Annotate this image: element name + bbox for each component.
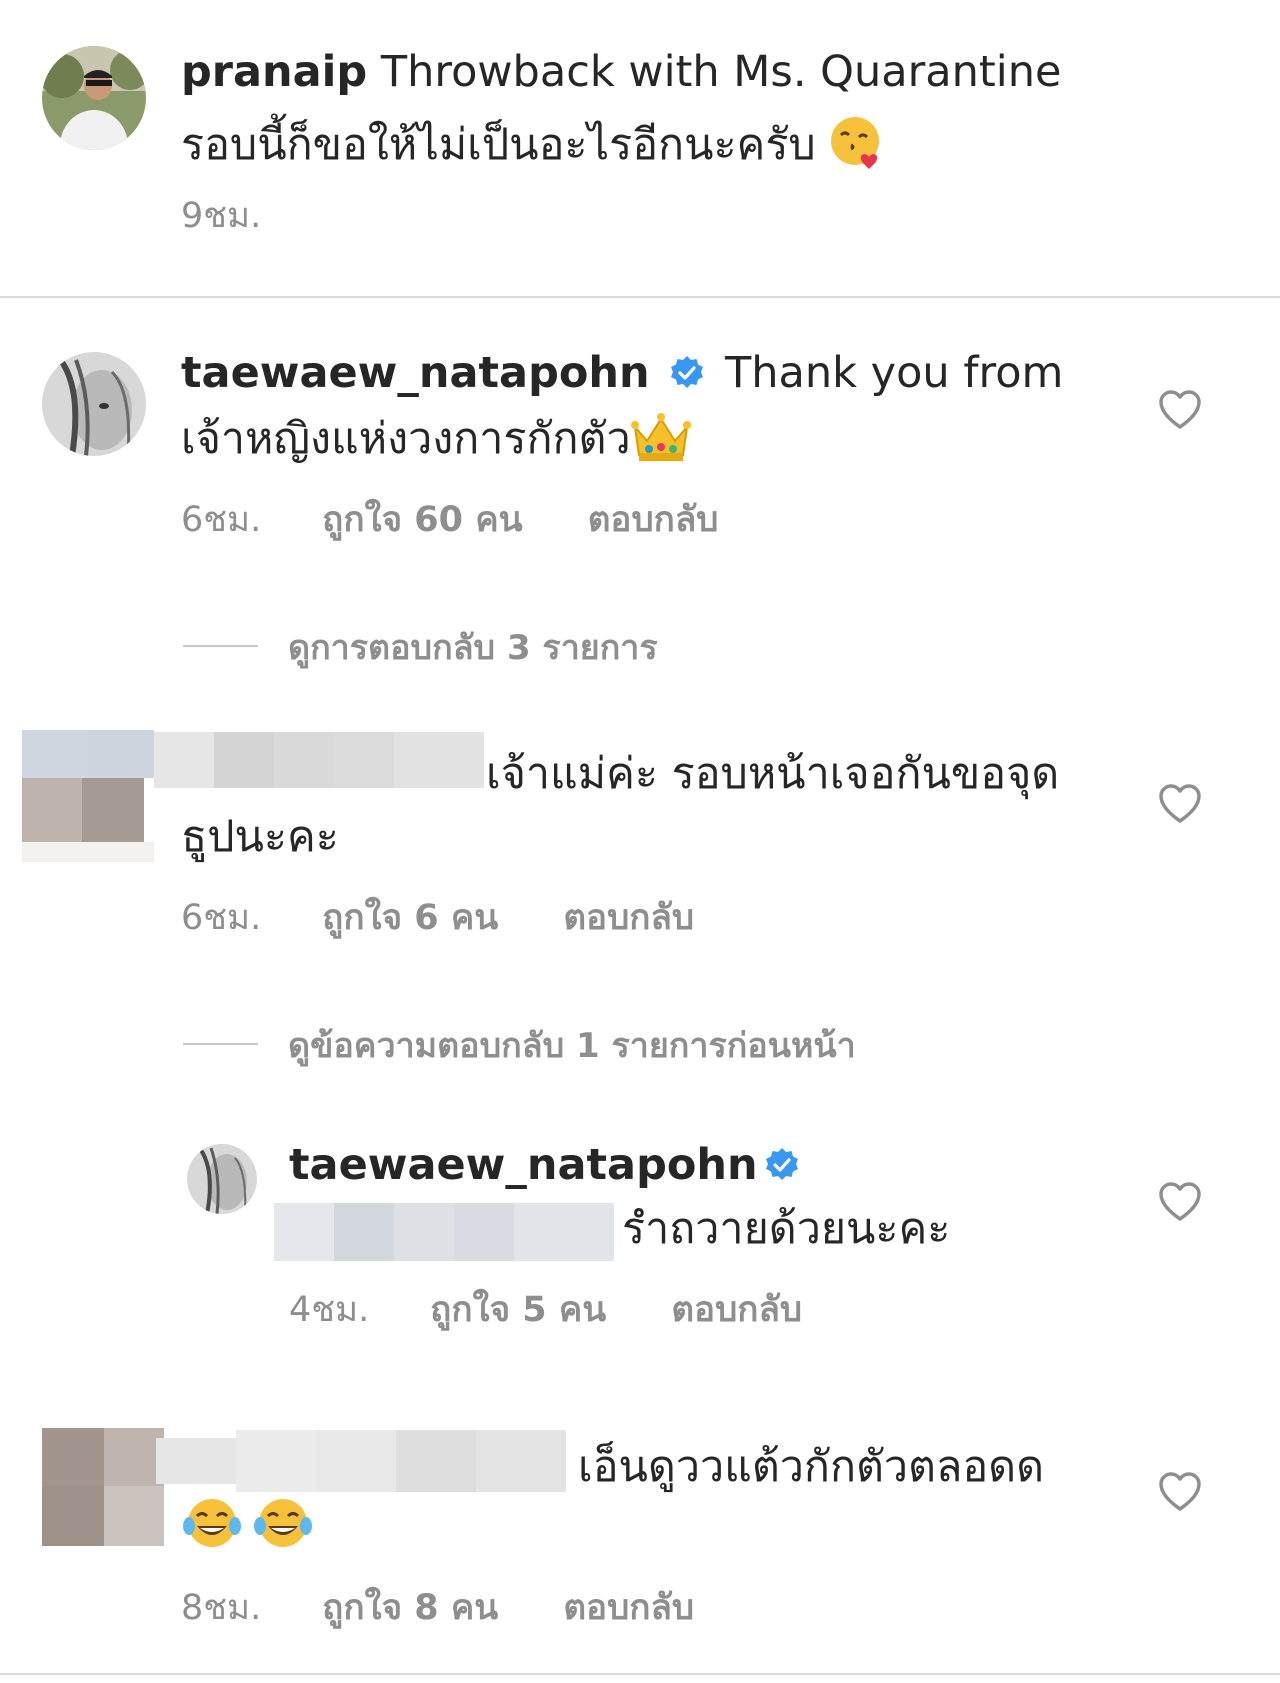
post-caption-line2: รอบนี้ก็ขอให้ไม่เป็นอะไรอีกนะครับ — [181, 113, 885, 184]
comment1-text-line1: Thank you from — [724, 348, 1064, 398]
post-caption-text: Throwback with Ms. Quarantine — [380, 47, 1062, 97]
post-author-username[interactable]: pranaip — [181, 47, 367, 97]
reply-avatar[interactable] — [187, 1144, 257, 1214]
comment3-likes[interactable]: ถูกใจ 8 คน — [322, 1580, 498, 1635]
comment1-likes[interactable]: ถูกใจ 60 คน — [322, 492, 522, 547]
reply-line1: taewaew_natapohn — [289, 1136, 806, 1194]
comment1-like-heart-icon[interactable] — [1159, 390, 1201, 430]
comment3-avatar-blurred — [42, 1428, 164, 1546]
comment1-view-replies[interactable]: ดูการตอบกลับ 3 รายการ — [183, 620, 658, 674]
reply-reply-button[interactable]: ตอบกลับ — [671, 1282, 802, 1337]
crown-emoji-icon — [630, 411, 691, 478]
comment1-line2: เจ้าหญิงแห่งวงการกักตัว — [181, 410, 691, 478]
reply-like-heart-icon[interactable] — [1159, 1182, 1201, 1222]
comment2-time: 6ชม. — [181, 898, 262, 938]
comment1-line1: taewaew_natapohn Thank you from — [181, 344, 1063, 402]
comment1-reply-button[interactable]: ตอบกลับ — [588, 492, 719, 547]
comment2-meta: 6ชม. ถูกใจ 6 คน ตอบกลับ — [181, 890, 694, 945]
post-author-avatar[interactable] — [42, 46, 146, 150]
view-replies-dash — [183, 1042, 258, 1045]
comment3-emojis — [181, 1496, 314, 1554]
reply-text: รำถวายด้วยนะคะ — [622, 1204, 951, 1254]
verified-badge-icon — [669, 348, 705, 388]
comment3-meta: 8ชม. ถูกใจ 8 คน ตอบกลับ — [181, 1580, 694, 1635]
comment3-like-heart-icon[interactable] — [1159, 1472, 1201, 1512]
comment1-username[interactable]: taewaew_natapohn — [181, 348, 650, 398]
comment2-avatar-blurred — [22, 730, 154, 862]
comment1-meta: 6ชม. ถูกใจ 60 คน ตอบกลับ — [181, 492, 719, 547]
comment2-likes[interactable]: ถูกใจ 6 คน — [322, 890, 498, 945]
divider — [0, 296, 1280, 298]
comment2-text-line2: ธูปนะคะ — [181, 812, 339, 862]
post-time: 9ชม. — [181, 196, 262, 236]
reply-mention-blurred — [274, 1203, 614, 1261]
bottom-divider — [0, 1673, 1280, 1675]
tears-of-joy-emoji-icon — [252, 1496, 314, 1554]
comment2-reply-button[interactable]: ตอบกลับ — [563, 890, 694, 945]
reply-meta: 4ชม. ถูกใจ 5 คน ตอบกลับ — [289, 1282, 802, 1337]
kissing-heart-emoji-icon — [829, 113, 885, 184]
comment2-username-blurred — [154, 732, 484, 788]
comment3-time: 8ชม. — [181, 1588, 262, 1628]
reply-time: 4ชม. — [289, 1290, 370, 1330]
tears-of-joy-emoji-icon — [181, 1496, 243, 1554]
view-replies-dash — [183, 644, 258, 647]
comment1-avatar[interactable] — [42, 352, 146, 456]
reply-likes[interactable]: ถูกใจ 5 คน — [430, 1282, 606, 1337]
post-caption-line1: pranaip Throwback with Ms. Quarantine — [181, 43, 1061, 101]
reply-username[interactable]: taewaew_natapohn — [289, 1140, 758, 1190]
comment2-view-previous-replies[interactable]: ดูข้อความตอบกลับ 1 รายการก่อนหน้า — [183, 1018, 856, 1072]
comment2-like-heart-icon[interactable] — [1159, 784, 1201, 824]
comment3-reply-button[interactable]: ตอบกลับ — [563, 1580, 694, 1635]
verified-badge-icon — [764, 1140, 800, 1180]
comment2-text-line1: เจ้าแม่ค่ะ รอบหน้าเจอกันขอจุด — [486, 749, 1060, 799]
comment3-text: เอ็นดูววแต้วกักตัวตลอดด — [578, 1442, 1045, 1492]
comment1-time: 6ชม. — [181, 500, 262, 540]
comment3-username-blurred — [156, 1430, 566, 1492]
